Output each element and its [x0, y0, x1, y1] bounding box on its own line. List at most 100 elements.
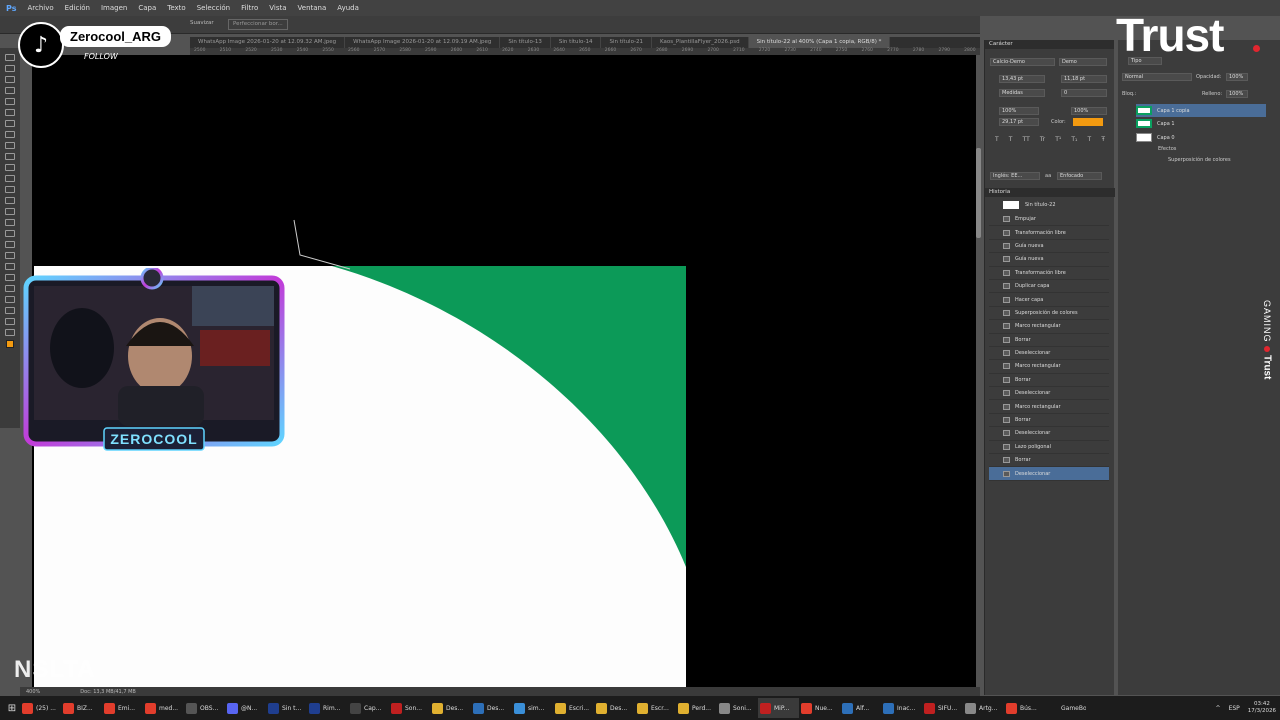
- taskbar-app[interactable]: Son...: [389, 698, 430, 718]
- history-step[interactable]: Deseleccionar: [989, 467, 1109, 481]
- effect-color-overlay[interactable]: Superposición de colores: [1168, 157, 1231, 163]
- document-tab[interactable]: WhatsApp Image 2026-01-20 at 12.09.32 AM…: [190, 37, 346, 48]
- history-step[interactable]: Borrar: [989, 334, 1109, 347]
- tool-icon[interactable]: [5, 296, 15, 303]
- document-tab[interactable]: WhatsApp Image 2026-01-20 at 12.09.19 AM…: [345, 37, 501, 48]
- taskbar-app[interactable]: Escri...: [553, 698, 594, 718]
- foreground-color-swatch[interactable]: [6, 340, 14, 348]
- history-step[interactable]: Borrar: [989, 454, 1109, 468]
- language-indicator[interactable]: ESP: [1229, 705, 1240, 712]
- tool-icon[interactable]: [5, 329, 15, 336]
- history-step[interactable]: Borrar: [989, 374, 1109, 388]
- text-format-button[interactable]: T: [995, 136, 999, 146]
- taskbar-app[interactable]: sim...: [512, 698, 553, 718]
- document-tab[interactable]: Sin título-13: [500, 37, 551, 48]
- tool-icon[interactable]: [5, 241, 15, 248]
- suavizar-checkbox[interactable]: Suavizar: [186, 19, 218, 30]
- history-step[interactable]: Hacer capa: [989, 293, 1109, 307]
- tool-icon[interactable]: [5, 208, 15, 215]
- taskbar-app[interactable]: GameBox: [1045, 698, 1086, 718]
- kerning-field[interactable]: Medidas: [999, 89, 1045, 97]
- vertical-scrollbar[interactable]: [976, 148, 981, 238]
- vertical-scale-field[interactable]: 100%: [999, 107, 1039, 115]
- history-step[interactable]: Marco rectangular: [989, 360, 1109, 374]
- text-format-button[interactable]: Ŧ: [1101, 136, 1105, 146]
- antialias-select[interactable]: Enfocado: [1057, 172, 1102, 180]
- tool-icon[interactable]: [5, 318, 15, 325]
- taskbar-app[interactable]: Escr...: [635, 698, 676, 718]
- tool-icon[interactable]: [5, 76, 15, 83]
- tool-icon[interactable]: [5, 142, 15, 149]
- tool-icon[interactable]: [5, 230, 15, 237]
- layer-row-capa-1[interactable]: Capa 1: [1136, 117, 1266, 130]
- history-snapshot[interactable]: Sin título-22: [989, 199, 1109, 210]
- tool-icon[interactable]: [5, 109, 15, 116]
- blend-mode-select[interactable]: Normal: [1122, 73, 1192, 81]
- taskbar-app[interactable]: Inac...: [881, 698, 922, 718]
- menu-item-ayuda[interactable]: Ayuda: [337, 4, 359, 12]
- tool-icon[interactable]: [5, 164, 15, 171]
- taskbar-app[interactable]: Des...: [471, 698, 512, 718]
- text-format-button[interactable]: Tr: [1040, 136, 1045, 146]
- taskbar-app[interactable]: Des...: [430, 698, 471, 718]
- clock[interactable]: 03:42 17/3/2026: [1248, 701, 1276, 715]
- document-tab[interactable]: Kaos_PlantillaFlyer_2026.psd: [652, 37, 749, 48]
- language-select[interactable]: Inglés: EE...: [990, 172, 1040, 180]
- menu-item-archivo[interactable]: Archivo: [27, 4, 53, 12]
- taskbar-app[interactable]: Artg...: [963, 698, 1004, 718]
- layer-row-capa-0[interactable]: Capa 0: [1136, 131, 1266, 144]
- menu-item-ventana[interactable]: Ventana: [298, 4, 327, 12]
- tool-icon[interactable]: [5, 54, 15, 61]
- refine-edge-button[interactable]: Perfeccionar bor...: [228, 19, 288, 30]
- tool-icon[interactable]: [5, 98, 15, 105]
- tool-icon[interactable]: [5, 186, 15, 193]
- document-tab[interactable]: Sin título-22 al 400% (Capa 1 copia, RGB…: [748, 37, 891, 48]
- taskbar-app[interactable]: Perd...: [676, 698, 717, 718]
- opacity-field[interactable]: 100%: [1226, 73, 1248, 81]
- taskbar-app[interactable]: Alf...: [840, 698, 881, 718]
- taskbar-app[interactable]: Nue...: [799, 698, 840, 718]
- history-step[interactable]: Deseleccionar: [989, 347, 1109, 361]
- taskbar-app[interactable]: Sin t...: [266, 698, 307, 718]
- history-step[interactable]: Marco rectangular: [989, 400, 1109, 414]
- font-style-select[interactable]: Demo: [1059, 58, 1107, 66]
- history-step[interactable]: Deseleccionar: [989, 427, 1109, 441]
- tool-icon[interactable]: [5, 252, 15, 259]
- taskbar-app[interactable]: Cap...: [348, 698, 389, 718]
- taskbar-app[interactable]: @N...: [225, 698, 266, 718]
- text-format-button[interactable]: T¹: [1055, 136, 1061, 146]
- windows-start-icon[interactable]: ⊞: [4, 700, 20, 716]
- history-step[interactable]: Transformación libre: [989, 267, 1109, 280]
- history-step[interactable]: Guía nueva: [989, 240, 1109, 254]
- tool-icon[interactable]: [5, 153, 15, 160]
- menu-item-imagen[interactable]: Imagen: [101, 4, 127, 12]
- taskbar-app[interactable]: Emi...: [102, 698, 143, 718]
- tool-icon[interactable]: [5, 285, 15, 292]
- taskbar-app[interactable]: Des...: [594, 698, 635, 718]
- taskbar-app[interactable]: med...: [143, 698, 184, 718]
- tool-icon[interactable]: [5, 219, 15, 226]
- text-format-button[interactable]: TT: [1023, 136, 1030, 146]
- history-step[interactable]: Lazo poligonal: [989, 441, 1109, 455]
- history-step[interactable]: Transformación libre: [989, 226, 1109, 240]
- taskbar-app[interactable]: Rim...: [307, 698, 348, 718]
- history-step[interactable]: Empujar: [989, 213, 1109, 227]
- tool-icon[interactable]: [5, 197, 15, 204]
- font-family-select[interactable]: Calcio-Demo: [990, 58, 1055, 66]
- taskbar-app[interactable]: Bús...: [1004, 698, 1045, 718]
- menu-item-selección[interactable]: Selección: [197, 4, 230, 12]
- document-tab[interactable]: Sin título-14: [551, 37, 602, 48]
- zoom-level[interactable]: 400%: [26, 689, 40, 695]
- tool-icon[interactable]: [5, 263, 15, 270]
- taskbar-app[interactable]: OBS...: [184, 698, 225, 718]
- baseline-shift-field[interactable]: 29,17 pt: [999, 118, 1039, 126]
- menu-item-vista[interactable]: Vista: [269, 4, 286, 12]
- taskbar-app[interactable]: BIZ...: [61, 698, 102, 718]
- document-tab[interactable]: Sin título-21: [601, 37, 653, 48]
- tool-icon[interactable]: [5, 120, 15, 127]
- tool-icon[interactable]: [5, 65, 15, 72]
- tray-chevron-icon[interactable]: ^: [1216, 705, 1221, 712]
- taskbar-app[interactable]: MiP...: [758, 698, 799, 718]
- history-step[interactable]: Deseleccionar: [989, 387, 1109, 401]
- tool-icon[interactable]: [5, 175, 15, 182]
